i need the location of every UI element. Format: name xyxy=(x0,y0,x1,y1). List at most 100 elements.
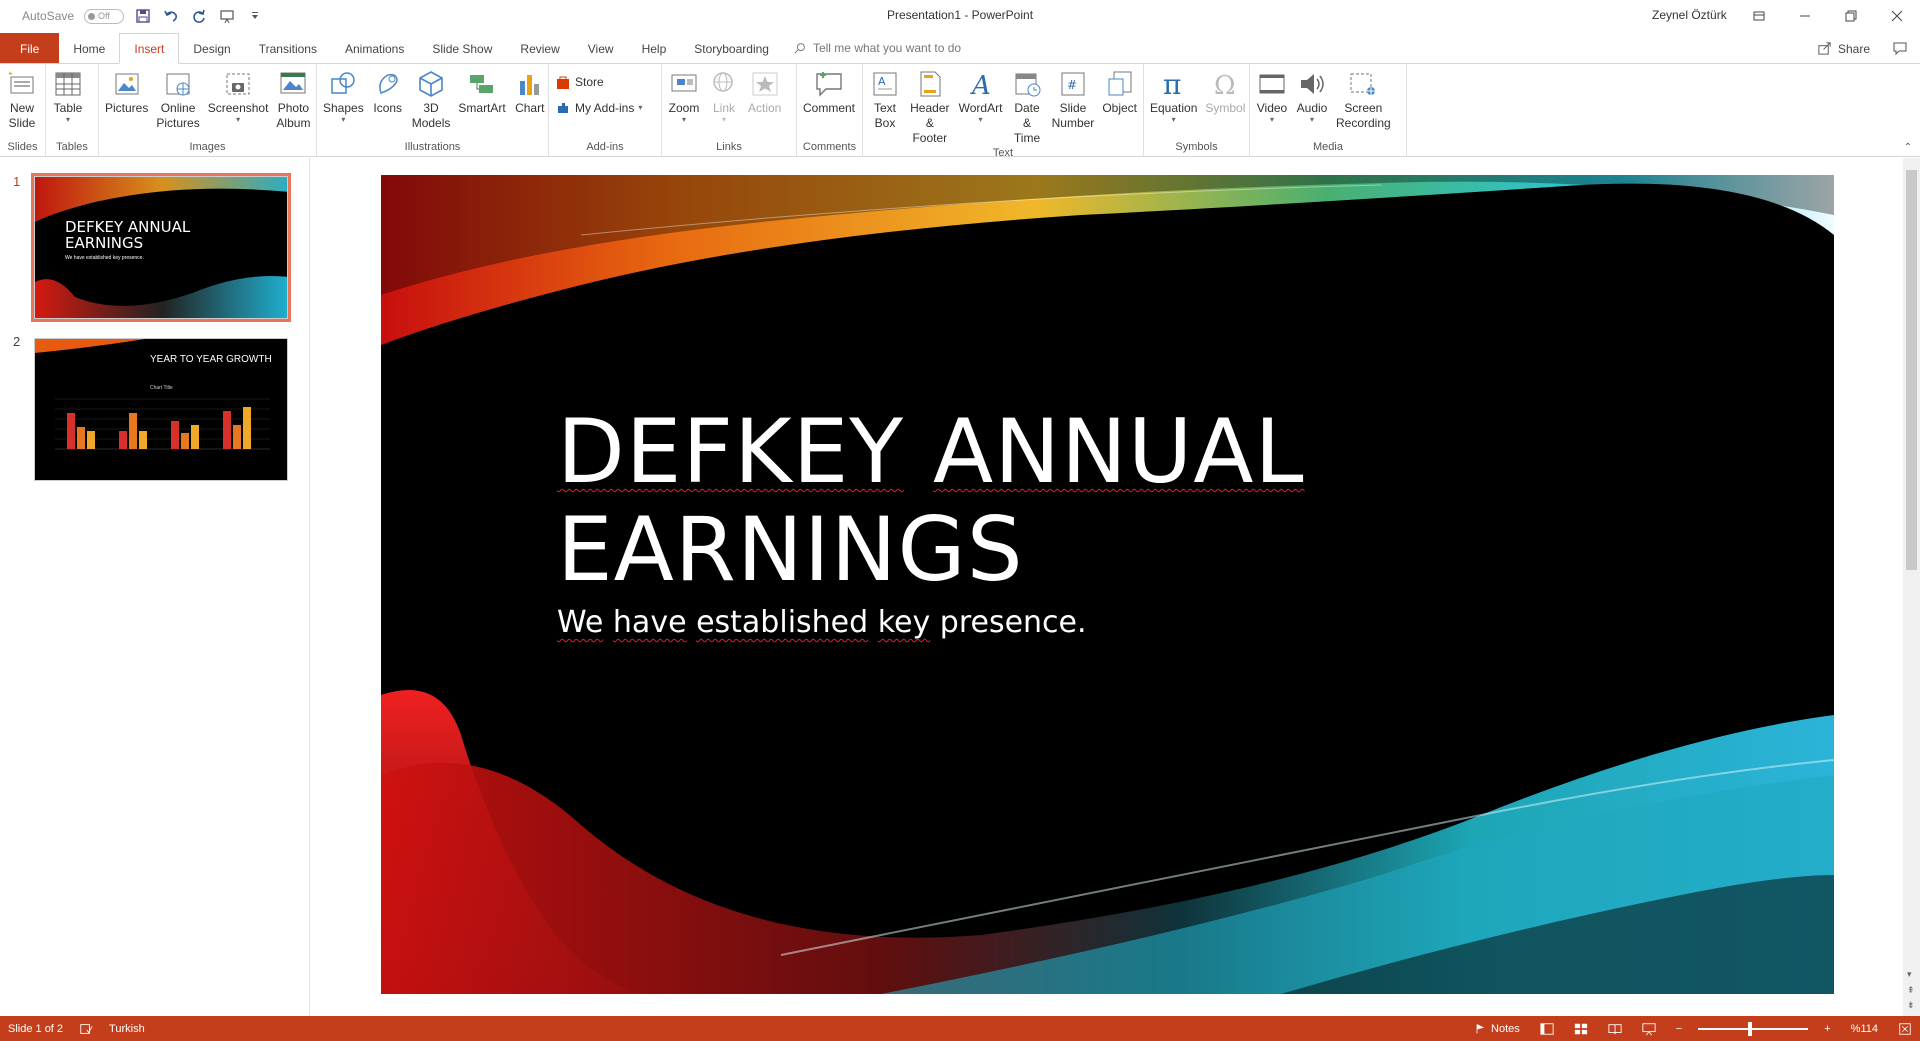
title-word-annual: ANNUAL xyxy=(933,400,1305,503)
language-indicator[interactable]: Turkish xyxy=(101,1023,153,1035)
undo-icon[interactable] xyxy=(162,7,180,25)
subtitle-word-we: We xyxy=(557,605,604,640)
object-button[interactable]: Object xyxy=(1098,66,1141,146)
close-icon[interactable] xyxy=(1874,0,1920,32)
equation-button[interactable]: π Equation ▾ xyxy=(1146,66,1201,140)
share-icon xyxy=(1818,42,1831,55)
tab-transitions[interactable]: Transitions xyxy=(245,33,331,64)
slide-sorter-icon[interactable] xyxy=(1566,1022,1596,1036)
tell-me-box[interactable]: Tell me what you want to do xyxy=(793,32,961,64)
slide-thumbnail-1[interactable]: DEFKEY ANNUAL EARNINGS We have establish… xyxy=(31,173,291,322)
tab-storyboarding[interactable]: Storyboarding xyxy=(680,33,783,64)
audio-button[interactable]: Audio ▾ xyxy=(1292,66,1332,140)
tab-slideshow[interactable]: Slide Show xyxy=(418,33,506,64)
photo-album-button[interactable]: Photo Album xyxy=(272,66,314,140)
scroll-down-icon[interactable]: ▾ xyxy=(1907,969,1912,980)
tab-file[interactable]: File xyxy=(0,33,60,64)
link-button[interactable]: Link ▾ xyxy=(704,66,744,140)
pictures-button[interactable]: Pictures xyxy=(101,66,152,140)
group-addins: Store My Add-ins ▾ Add-ins xyxy=(549,64,662,156)
wordart-dropdown-icon: ▾ xyxy=(978,115,983,124)
user-name[interactable]: Zeynel Öztürk xyxy=(1652,8,1727,22)
fit-to-window-icon[interactable] xyxy=(1890,1022,1920,1036)
smartart-button[interactable]: SmartArt xyxy=(454,66,509,140)
zoom-slider[interactable] xyxy=(1698,1021,1809,1036)
online-pictures-label-2: Pictures xyxy=(156,116,200,130)
header-footer-button[interactable]: Header & Footer xyxy=(905,66,955,146)
3d-models-button[interactable]: 3D Models xyxy=(408,66,455,140)
customize-qat-icon[interactable] xyxy=(246,7,264,25)
vertical-scrollbar[interactable]: ▾ ⇞ ⇟ xyxy=(1903,158,1920,1016)
current-slide[interactable]: DEFKEY ANNUAL EARNINGS We have establishe… xyxy=(381,175,1834,994)
zoom-slider-knob[interactable] xyxy=(1748,1021,1753,1036)
tab-animations[interactable]: Animations xyxy=(331,33,418,64)
autosave-toggle[interactable]: Off xyxy=(84,8,125,24)
collapse-ribbon-icon[interactable]: ⌃ xyxy=(1904,142,1912,153)
start-from-beginning-icon[interactable] xyxy=(218,7,236,25)
screenshot-label: Screenshot xyxy=(207,101,269,115)
equation-dropdown-icon: ▾ xyxy=(1171,115,1176,124)
slide-thumbnail-2[interactable]: YEAR TO YEAR GROWTH Chart Title xyxy=(34,338,288,481)
store-button[interactable]: Store xyxy=(555,72,655,92)
online-pictures-button[interactable]: Online Pictures xyxy=(152,66,203,140)
comments-pane-icon[interactable] xyxy=(1892,40,1908,59)
save-icon[interactable] xyxy=(134,7,152,25)
my-addins-button[interactable]: My Add-ins ▾ xyxy=(555,98,655,118)
tab-help[interactable]: Help xyxy=(628,33,681,64)
date-time-button[interactable]: Date & Time xyxy=(1006,66,1047,146)
zoom-level[interactable]: %114 xyxy=(1843,1023,1886,1035)
scrollbar-thumb[interactable] xyxy=(1906,170,1917,570)
shapes-button[interactable]: Shapes ▾ xyxy=(319,66,368,140)
subtitle-word-have: have xyxy=(612,605,687,640)
date-time-label-1: Date & xyxy=(1014,101,1040,130)
new-slide-label-1: New xyxy=(9,101,34,115)
redo-icon[interactable] xyxy=(190,7,208,25)
previous-slide-icon[interactable]: ⇞ xyxy=(1907,985,1915,996)
share-button[interactable]: Share xyxy=(1817,41,1870,56)
reading-view-icon[interactable] xyxy=(1600,1022,1630,1036)
table-button[interactable]: Table ▾ xyxy=(48,66,88,140)
omega-icon: Ω xyxy=(1209,68,1241,100)
tab-home[interactable]: Home xyxy=(59,33,119,64)
slide-subtitle[interactable]: We have established key presence. xyxy=(557,605,1087,640)
tab-insert[interactable]: Insert xyxy=(119,33,180,64)
screen-recording-button[interactable]: Screen Recording xyxy=(1332,66,1395,140)
screen-recording-label-2: Recording xyxy=(1336,116,1391,130)
zoom-button[interactable]: Zoom ▾ xyxy=(664,66,704,140)
restore-icon[interactable] xyxy=(1828,0,1874,32)
shapes-label: Shapes xyxy=(323,101,364,115)
object-label: Object xyxy=(1102,101,1137,115)
chart-button[interactable]: Chart xyxy=(510,66,550,140)
slide-number-label-1: Slide xyxy=(1059,101,1087,115)
video-button[interactable]: Video ▾ xyxy=(1252,66,1292,140)
normal-view-icon[interactable] xyxy=(1532,1022,1562,1036)
zoom-in-icon[interactable]: + xyxy=(1816,1023,1838,1035)
lightbulb-icon xyxy=(794,43,805,54)
slide-editing-area: DEFKEY ANNUAL EARNINGS We have establishe… xyxy=(311,158,1901,1016)
screenshot-button[interactable]: Screenshot ▾ xyxy=(204,66,273,140)
tab-design[interactable]: Design xyxy=(179,33,244,64)
slide-number-button[interactable]: # Slide Number xyxy=(1048,66,1099,146)
next-slide-icon[interactable]: ⇟ xyxy=(1907,1000,1915,1011)
online-pictures-label-1: Online xyxy=(160,101,196,115)
notes-button[interactable]: Notes xyxy=(1466,1023,1528,1035)
tab-view[interactable]: View xyxy=(574,33,628,64)
new-slide-button[interactable]: New Slide xyxy=(2,66,42,140)
text-box-button[interactable]: A Text Box xyxy=(865,66,905,146)
slide-title[interactable]: DEFKEY ANNUAL EARNINGS xyxy=(557,403,1457,599)
zoom-out-icon[interactable]: − xyxy=(1668,1023,1690,1035)
quick-access-toolbar: AutoSave Off xyxy=(0,0,264,32)
symbol-button[interactable]: Ω Symbol xyxy=(1201,66,1249,140)
icons-button[interactable]: Icons xyxy=(368,66,408,140)
comment-button[interactable]: Comment xyxy=(799,66,859,140)
spelling-check-icon[interactable] xyxy=(71,1022,101,1036)
svg-text:A: A xyxy=(970,71,991,99)
group-media: Video ▾ Audio ▾ Screen Recording Media xyxy=(1250,64,1407,156)
wordart-button[interactable]: A WordArt ▾ xyxy=(955,66,1007,146)
ribbon-display-options-icon[interactable] xyxy=(1736,0,1782,32)
slideshow-view-icon[interactable] xyxy=(1634,1022,1664,1036)
minimize-icon[interactable] xyxy=(1782,0,1828,32)
notes-icon xyxy=(1476,1023,1485,1033)
action-button[interactable]: Action xyxy=(744,66,785,140)
tab-review[interactable]: Review xyxy=(506,33,573,64)
